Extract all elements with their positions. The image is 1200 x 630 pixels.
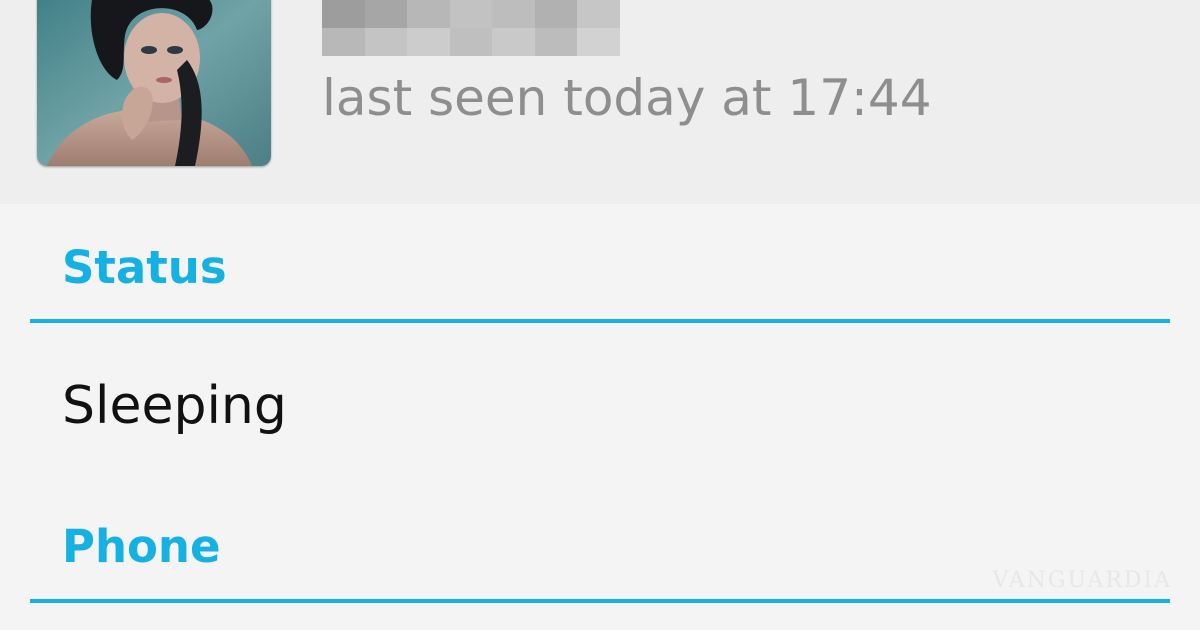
name-pixel	[322, 0, 365, 28]
avatar[interactable]	[37, 0, 271, 166]
last-seen-text: last seen today at 17:44	[322, 69, 932, 127]
watermark-logo: VANGUARDIA	[992, 568, 1172, 593]
phone-section-header: Phone	[62, 520, 221, 573]
name-pixel	[577, 0, 620, 28]
name-pixel	[492, 0, 535, 28]
name-pixel	[449, 0, 493, 28]
avatar-photo	[37, 0, 271, 166]
name-pixel	[449, 28, 493, 56]
name-pixel	[577, 28, 620, 56]
name-pixel	[492, 28, 535, 56]
name-pixel	[364, 28, 408, 56]
name-pixel	[364, 0, 408, 28]
status-value[interactable]: Sleeping	[62, 372, 287, 440]
name-pixel	[534, 0, 578, 28]
name-pixel	[534, 28, 578, 56]
name-pixel	[407, 0, 450, 28]
name-pixel	[407, 28, 450, 56]
contact-header: last seen today at 17:44	[0, 0, 1200, 204]
contact-name-pixelated	[322, 0, 620, 56]
phone-divider	[30, 599, 1170, 603]
status-divider	[30, 319, 1170, 323]
status-section-header: Status	[62, 241, 227, 294]
name-pixel	[322, 28, 365, 56]
